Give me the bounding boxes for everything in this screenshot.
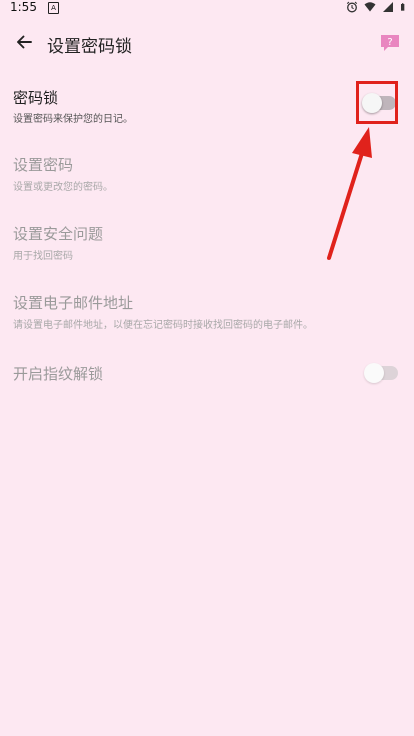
annotation-arrow: [327, 127, 372, 260]
